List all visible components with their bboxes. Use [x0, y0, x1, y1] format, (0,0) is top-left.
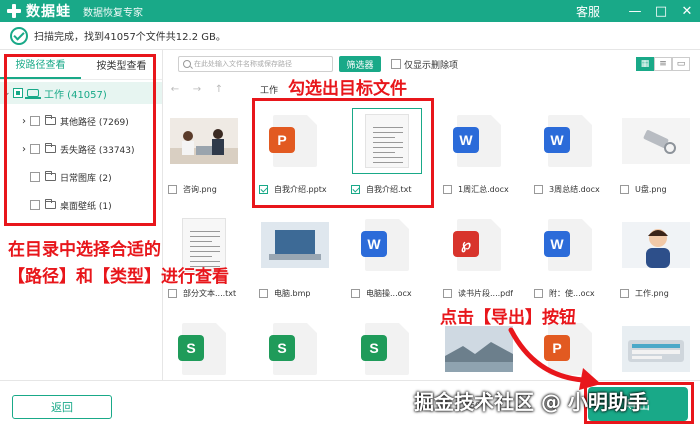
file-tile[interactable]: ℘ 读书片段....pdf: [439, 206, 519, 306]
file-name: 附：使...ocx: [549, 289, 595, 298]
annotation-select-files: 勾选出目标文件: [288, 79, 407, 99]
file-name: 部分文本....txt: [183, 289, 237, 298]
close-button[interactable]: ✕: [674, 0, 700, 22]
file-tile[interactable]: 部分文本....txt: [164, 206, 244, 306]
support-agent-photo: [622, 222, 690, 268]
file-checkbox[interactable]: [351, 289, 360, 298]
forward-arrow-icon[interactable]: →: [186, 84, 208, 95]
file-checkbox[interactable]: [620, 185, 629, 194]
brand-subtitle: 数据恢复专家: [83, 7, 143, 19]
file-thumbnail[interactable]: [260, 212, 330, 278]
file-tile[interactable]: W 电脑操...ocx: [347, 206, 427, 306]
back-button[interactable]: 返回: [12, 395, 112, 419]
file-thumbnail[interactable]: [169, 108, 239, 174]
office-photo: [170, 118, 238, 164]
logo: 数据蛙 数据恢复专家: [0, 1, 143, 21]
file-name: U盘.png: [635, 185, 667, 194]
file-thumbnail[interactable]: S: [260, 316, 330, 382]
file-thumbnail[interactable]: W: [535, 108, 605, 174]
file-checkbox[interactable]: [620, 289, 629, 298]
grid-view-icon[interactable]: ▦: [636, 57, 654, 71]
file-tile[interactable]: U盘.png: [616, 102, 696, 202]
spreadsheet-doc-icon: S: [178, 323, 226, 375]
filter-button[interactable]: 筛选器: [339, 56, 381, 72]
title-bar: 数据蛙 数据恢复专家 客服 — □ ✕: [0, 0, 700, 22]
file-name: 电脑.bmp: [274, 289, 311, 298]
only-deleted-toggle[interactable]: 仅显示删除项: [391, 58, 458, 71]
word-doc-icon: W: [453, 115, 501, 167]
file-tile[interactable]: W 附：使...ocx: [530, 206, 610, 306]
annotation-export-hint: 点击【导出】按钮: [440, 308, 576, 328]
file-thumbnail[interactable]: [621, 212, 691, 278]
file-tile[interactable]: 电脑.bmp: [255, 206, 335, 306]
file-name: 工作.png: [635, 289, 669, 298]
file-checkbox[interactable]: [168, 185, 177, 194]
annotation-arrow-icon: [508, 327, 601, 390]
detail-view-icon[interactable]: ▭: [672, 57, 690, 71]
file-thumbnail[interactable]: S: [352, 316, 422, 382]
minimize-button[interactable]: —: [622, 0, 648, 22]
customer-service-link[interactable]: 客服: [576, 3, 600, 20]
file-thumbnail[interactable]: W: [535, 212, 605, 278]
brand-name: 数据蛙: [26, 4, 71, 20]
annotation-sidebar-line2: 【路径】和【类型】进行查看: [8, 267, 229, 287]
file-checkbox[interactable]: [443, 185, 452, 194]
file-thumbnail[interactable]: ℘: [444, 212, 514, 278]
list-view-icon[interactable]: ≡: [654, 57, 672, 71]
file-thumbnail[interactable]: W: [352, 212, 422, 278]
search-input[interactable]: 在此处输入文件名称或保存路径: [178, 56, 333, 72]
breadcrumb: 工作: [260, 85, 279, 96]
file-thumbnail[interactable]: W: [444, 108, 514, 174]
file-tile[interactable]: 工作.png: [616, 206, 696, 306]
file-name: 3周总结.docx: [549, 185, 600, 194]
word-doc-icon: W: [361, 219, 409, 271]
logo-cross-icon: [6, 3, 22, 19]
file-checkbox[interactable]: [259, 289, 268, 298]
usb-drive-photo: [622, 118, 690, 164]
scan-status-text: 扫描完成，找到41057个文件共12.2 GB。: [34, 32, 226, 43]
file-tile[interactable]: W 1周汇总.docx: [439, 102, 519, 202]
file-name: 1周汇总.docx: [458, 185, 509, 194]
only-deleted-checkbox[interactable]: [391, 59, 401, 69]
file-name: 读书片段....pdf: [458, 289, 514, 298]
file-checkbox[interactable]: [443, 289, 452, 298]
search-icon: [183, 60, 191, 68]
file-tile[interactable]: W 3周总结.docx: [530, 102, 610, 202]
word-doc-icon: W: [544, 219, 592, 271]
file-checkbox[interactable]: [534, 185, 543, 194]
file-tile[interactable]: 咨询.png: [164, 102, 244, 202]
check-circle-icon: [10, 26, 28, 45]
file-thumbnail[interactable]: S: [169, 316, 239, 382]
pdf-doc-icon: ℘: [453, 219, 501, 271]
scan-status-bar: 扫描完成，找到41057个文件共12.2 GB。: [0, 22, 700, 50]
keyboard-photo: [622, 326, 690, 372]
app-window: 数据蛙 数据恢复专家 客服 — □ ✕ 扫描完成，找到41057个文件共12.2…: [0, 0, 700, 426]
maximize-button[interactable]: □: [648, 0, 674, 22]
file-thumbnail[interactable]: [621, 108, 691, 174]
landscape-photo: [445, 326, 513, 372]
spreadsheet-doc-icon: S: [361, 323, 409, 375]
annotation-sidebar-line1: 在目录中选择合适的: [8, 240, 161, 260]
annotation-box-sidebar: [4, 54, 156, 226]
search-placeholder: 在此处输入文件名称或保存路径: [194, 60, 292, 68]
file-checkbox[interactable]: [168, 289, 177, 298]
file-name: 咨询.png: [183, 185, 217, 194]
annotation-box-selected-files: [252, 98, 434, 208]
file-checkbox[interactable]: [534, 289, 543, 298]
path-nav: ← → ↑ 工作: [164, 78, 700, 100]
only-deleted-label: 仅显示删除项: [404, 60, 459, 71]
watermark-text: 掘金技术社区 @ 小明助手: [414, 390, 648, 414]
file-thumbnail[interactable]: [621, 316, 691, 382]
file-name: 电脑操...ocx: [366, 289, 412, 298]
spreadsheet-doc-icon: S: [269, 323, 317, 375]
toolbar: 在此处输入文件名称或保存路径 筛选器 仅显示删除项 ▦ ≡ ▭: [164, 50, 700, 78]
back-arrow-icon[interactable]: ←: [164, 84, 186, 95]
up-arrow-icon[interactable]: ↑: [208, 84, 230, 95]
laptop-photo: [261, 222, 329, 268]
word-doc-icon: W: [544, 115, 592, 167]
